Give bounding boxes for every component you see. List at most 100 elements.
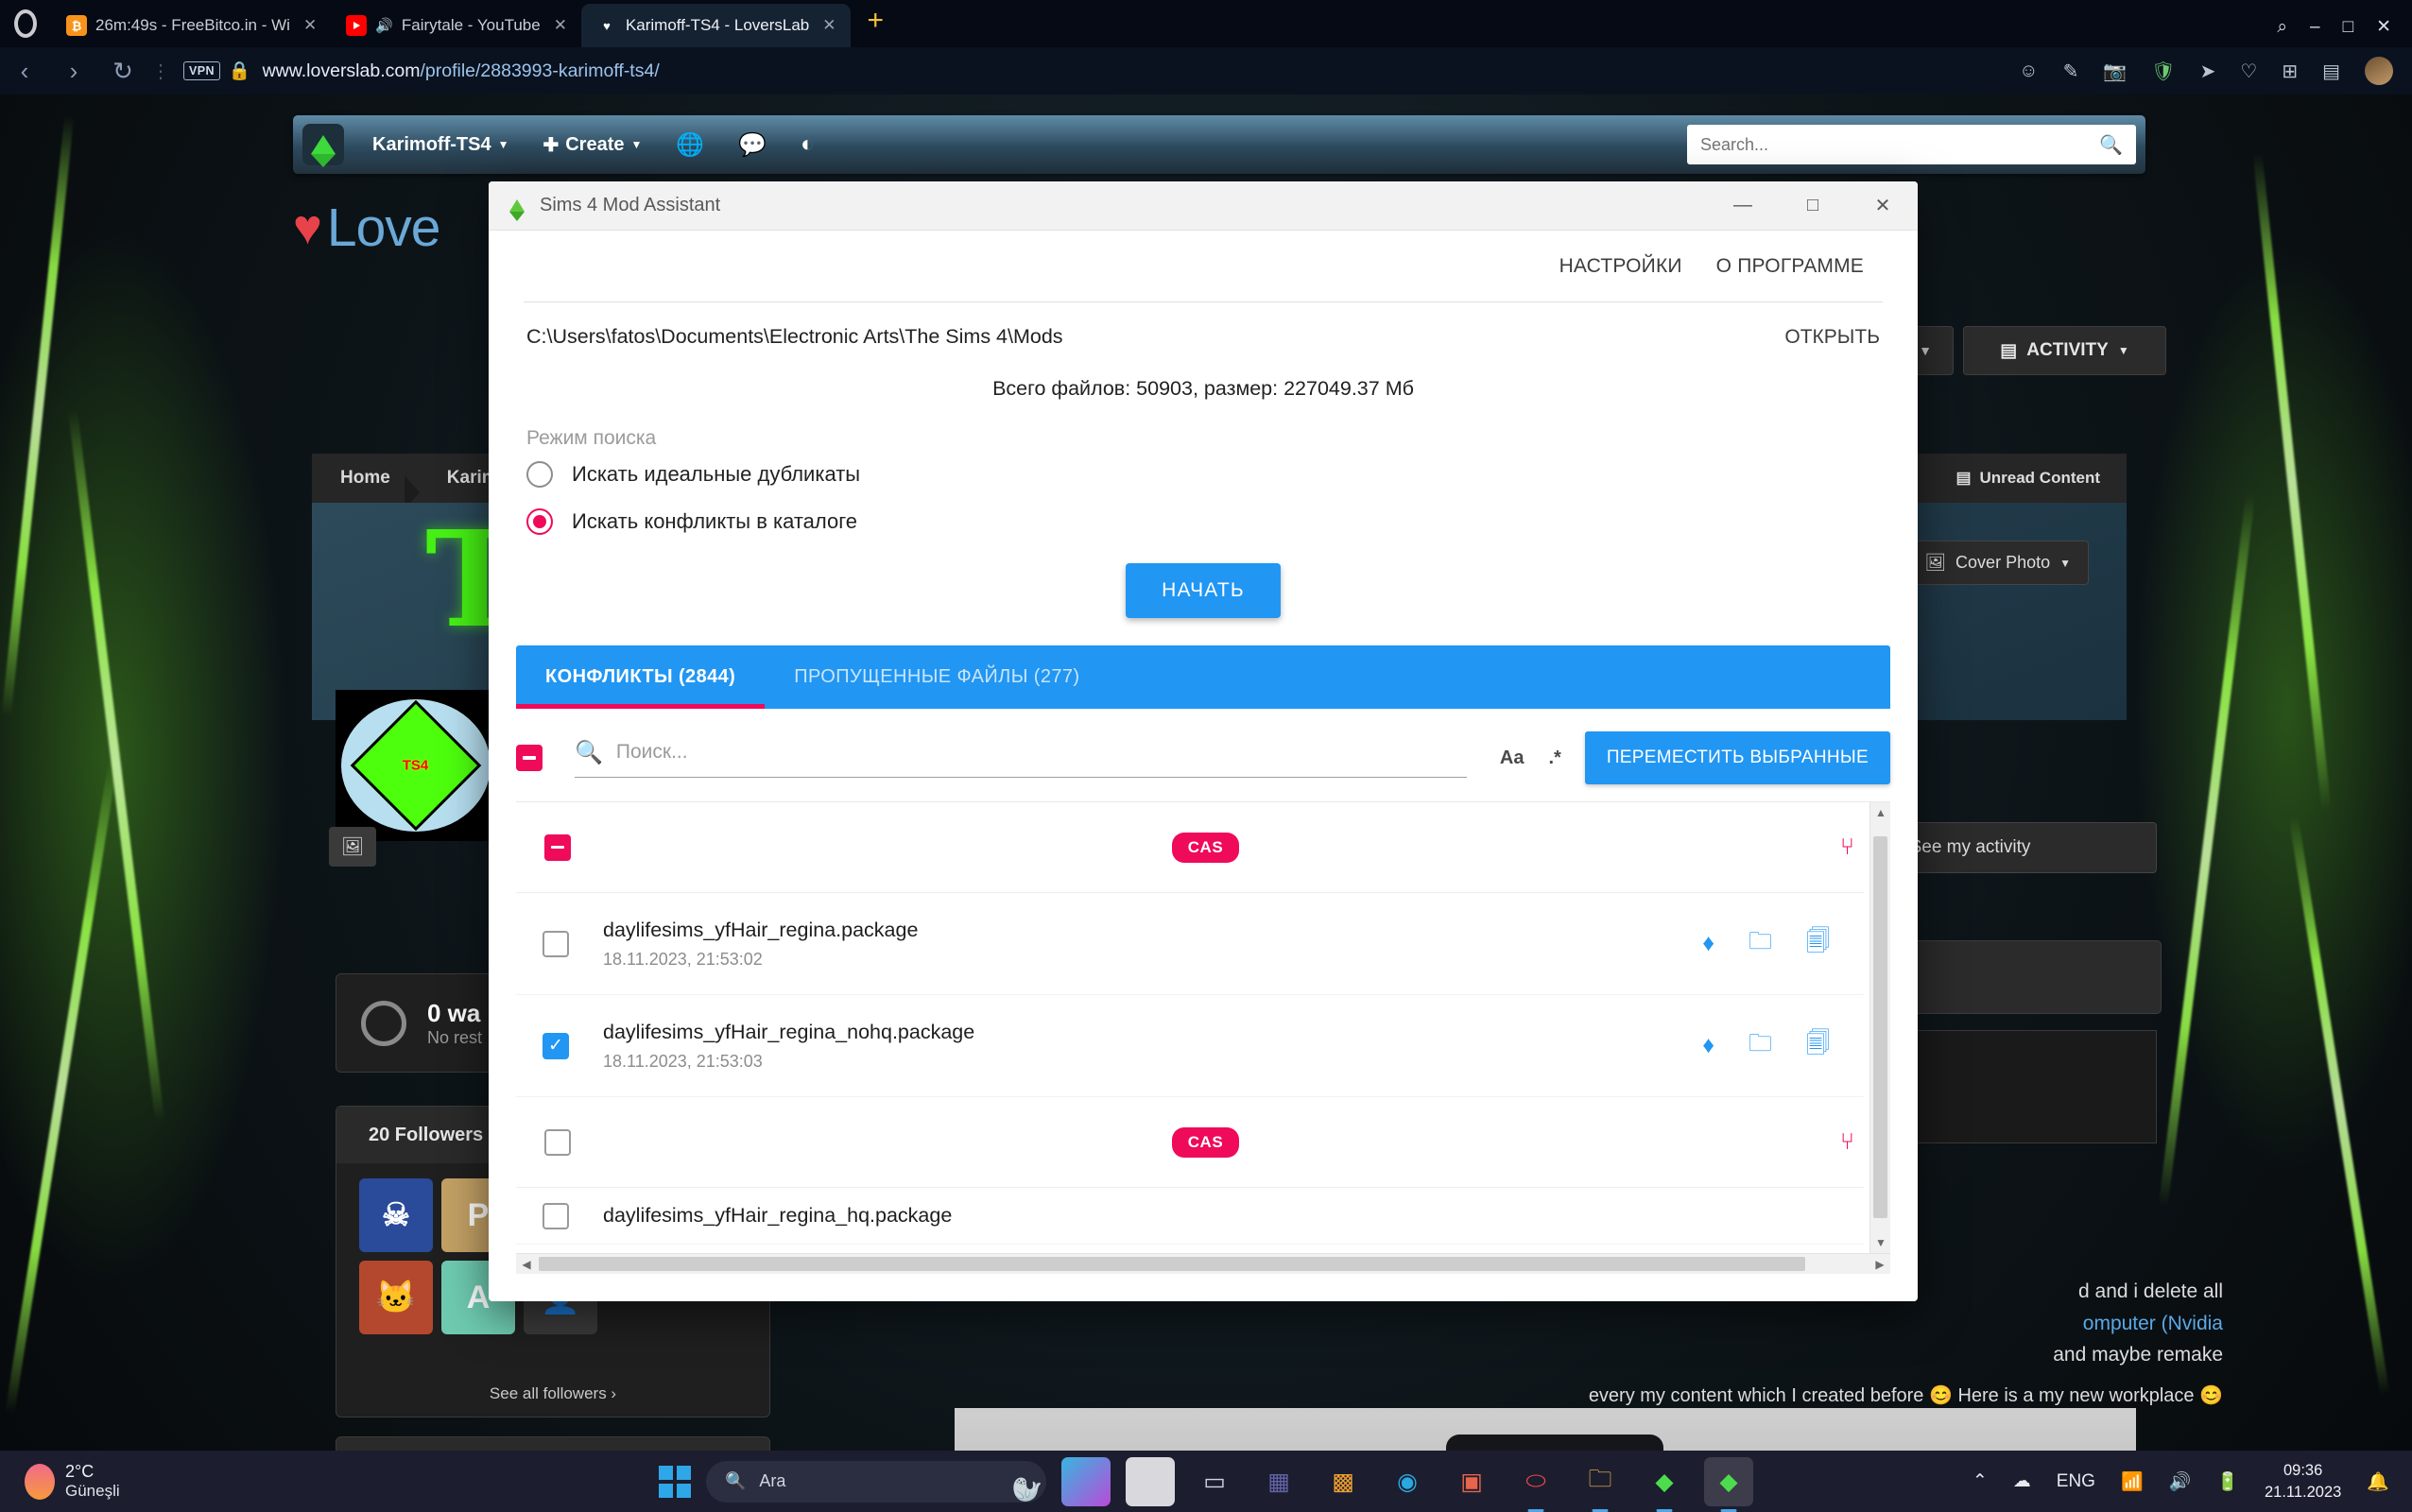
close-button[interactable]: ✕ (2376, 16, 2391, 38)
tab-close-icon[interactable]: ✕ (818, 16, 840, 35)
taskbar-app-store[interactable]: ▩ (1318, 1457, 1368, 1506)
nav-globe[interactable]: 🌐 (659, 115, 721, 174)
language-indicator[interactable]: ENG (2057, 1471, 2095, 1492)
speaker-icon[interactable]: 🔊 (375, 17, 393, 34)
taskbar-app-modassistant[interactable]: ◆ (1704, 1456, 1753, 1512)
shuffle-icon[interactable]: ⑂ (1840, 1128, 1854, 1156)
search-icon[interactable]: ⌕ (2277, 17, 2287, 38)
bell-icon[interactable]: 🔔 (2367, 1470, 2389, 1493)
radio-icon[interactable] (526, 461, 553, 488)
select-all-checkbox[interactable] (516, 745, 543, 771)
follower-avatar[interactable]: ☠ (359, 1178, 433, 1252)
nav-theme-toggle[interactable]: ◐ (784, 115, 832, 174)
taskbar-app-edge[interactable]: ◉ (1383, 1457, 1432, 1506)
breadcrumb-item-home[interactable]: Home (312, 468, 420, 509)
info-icon[interactable]: ♦ (1702, 930, 1714, 957)
follower-avatar[interactable]: 🐱 (359, 1261, 433, 1334)
vpn-badge[interactable]: VPN (183, 61, 220, 80)
url-text[interactable]: www.loverslab.com/profile/2883993-karimo… (263, 60, 660, 82)
tab-skipped-files[interactable]: ПРОПУЩЕННЫЕ ФАЙЛЫ (277) (765, 645, 1109, 709)
nav-username[interactable]: Karimoff-TS4 ▼ (355, 115, 525, 174)
profile-avatar[interactable] (2365, 57, 2393, 85)
taskbar-app-copilot[interactable] (1061, 1456, 1111, 1506)
regex-icon[interactable]: .* (1537, 747, 1574, 769)
match-case-icon[interactable]: Aa (1488, 747, 1537, 769)
nav-create[interactable]: ✚ Create ▼ (525, 115, 659, 174)
folder-icon[interactable]: 🗀 (1749, 923, 1772, 964)
start-button[interactable]: НАЧАТЬ (1126, 563, 1281, 618)
weather-widget[interactable]: 2°C Güneşli (0, 1462, 120, 1501)
avatar[interactable]: TS4 (336, 690, 496, 841)
taskbar-app-teams[interactable]: ▦ (1254, 1457, 1303, 1506)
loverslab-logo[interactable]: ♥ Love (293, 197, 440, 259)
conflict-group-header[interactable]: CAS ⑂ (516, 1097, 1864, 1188)
browser-tab-1[interactable]: 🔊 Fairytale - YouTube ✕ (331, 4, 581, 47)
scrollbar-thumb[interactable] (1873, 836, 1887, 1218)
sidebar-icon[interactable]: ▤ (2322, 60, 2340, 83)
screenshot-icon[interactable]: 📷 (2103, 60, 2127, 83)
table-row[interactable]: ✓ daylifesims_yfHair_regina_nohq.package… (516, 995, 1864, 1097)
more-options-icon[interactable]: ⋮ (147, 60, 174, 83)
row-checkbox[interactable] (543, 930, 569, 957)
clock[interactable]: 09:36 21.11.2023 (2265, 1460, 2341, 1503)
menu-settings[interactable]: НАСТРОЙКИ (1559, 255, 1682, 278)
table-row[interactable]: daylifesims_yfHair_regina_hq.package (516, 1188, 1864, 1245)
vertical-scrollbar[interactable]: ▲ ▼ (1869, 802, 1890, 1253)
scroll-right-icon[interactable]: ▶ (1869, 1254, 1890, 1274)
taskbar-app-sims[interactable]: ◆ (1640, 1457, 1689, 1512)
taskbar-app-taskview[interactable]: ▭ (1190, 1457, 1239, 1506)
results-search[interactable]: 🔍 (575, 739, 1467, 778)
edit-icon[interactable]: ✎ (2063, 60, 2079, 83)
taskbar-app-opera[interactable]: ⬭ (1511, 1457, 1560, 1512)
group-checkbox[interactable] (544, 1128, 571, 1156)
scroll-left-icon[interactable]: ◀ (516, 1254, 537, 1274)
scroll-down-icon[interactable]: ▼ (1870, 1232, 1890, 1253)
conflict-group-header[interactable]: CAS ⑂ (516, 802, 1864, 893)
extensions-icon[interactable]: ⊞ (2282, 60, 2298, 83)
see-all-followers-link[interactable]: See all followers › (336, 1384, 769, 1403)
site-search[interactable]: 🔍 (1687, 125, 2136, 164)
horizontal-scrollbar[interactable]: ◀ ▶ (516, 1253, 1890, 1274)
new-tab-button[interactable]: + (851, 7, 902, 41)
copy-icon[interactable]: 🗐 (1806, 1025, 1830, 1066)
move-selected-button[interactable]: ПЕРЕМЕСТИТЬ ВЫБРАННЫЕ (1584, 731, 1890, 784)
heart-icon[interactable]: ♡ (2240, 60, 2257, 83)
lock-icon[interactable]: 🔒 (229, 60, 251, 82)
table-row[interactable]: daylifesims_yfHair_regina.package 18.11.… (516, 893, 1864, 995)
tab-conflicts[interactable]: КОНФЛИКТЫ (2844) (516, 645, 766, 709)
taskbar-search[interactable]: 🔍 Ara 🦭 (706, 1460, 1046, 1503)
open-folder-button[interactable]: ОТКРЫТЬ (1784, 326, 1880, 349)
site-search-input[interactable] (1700, 134, 2100, 155)
radio-option-conflicts[interactable]: Искать конфликты в каталоге (489, 488, 1918, 535)
radio-icon[interactable] (526, 508, 553, 535)
nav-chat[interactable]: 💬 (721, 115, 784, 174)
search-icon[interactable]: 🔍 (2099, 133, 2123, 157)
dialog-minimize-button[interactable]: — (1708, 181, 1778, 231)
forward-button[interactable]: › (49, 47, 98, 94)
info-icon[interactable]: ♦ (1702, 1032, 1714, 1059)
taskbar-app-explorer[interactable]: 🗀 (1576, 1457, 1625, 1512)
minimize-button[interactable]: – (2310, 17, 2320, 38)
scroll-up-icon[interactable]: ▲ (1870, 802, 1890, 823)
shield-icon[interactable]: 🛡 (2151, 60, 2175, 83)
start-button[interactable] (659, 1465, 691, 1498)
scrollbar-thumb[interactable] (539, 1257, 1805, 1271)
onedrive-icon[interactable]: ☁ (2013, 1470, 2031, 1492)
folder-icon[interactable]: 🗀 (1749, 1025, 1772, 1066)
wifi-icon[interactable]: 📶 (2121, 1470, 2144, 1493)
reload-button[interactable]: ↻ (98, 47, 147, 94)
tab-close-icon[interactable]: ✕ (549, 16, 572, 35)
browser-tab-0[interactable]: ₿ 26m:49s - FreeBitco.in - Wi ✕ (51, 4, 331, 47)
browser-tab-2[interactable]: ♥ Karimoff-TS4 - LoversLab ✕ (580, 4, 851, 47)
dialog-close-button[interactable]: ✕ (1848, 181, 1918, 231)
activity-button[interactable]: ▤ ACTIVITY ▼ (1963, 326, 2166, 375)
send-icon[interactable]: ➤ (2200, 60, 2216, 83)
dialog-titlebar[interactable]: Sims 4 Mod Assistant — □ ✕ (489, 181, 1918, 231)
battery-icon[interactable]: 🔋 (2216, 1470, 2239, 1493)
row-checkbox[interactable]: ✓ (543, 1032, 569, 1059)
cover-photo-button[interactable]: 🖼 Cover Photo ▼ (1906, 541, 2089, 585)
copy-icon[interactable]: 🗐 (1806, 923, 1830, 964)
avatar-edit-button[interactable]: 🖼 (329, 827, 376, 867)
unread-content-link[interactable]: ▤ Unread Content (1955, 469, 2100, 488)
group-checkbox[interactable] (544, 833, 571, 861)
